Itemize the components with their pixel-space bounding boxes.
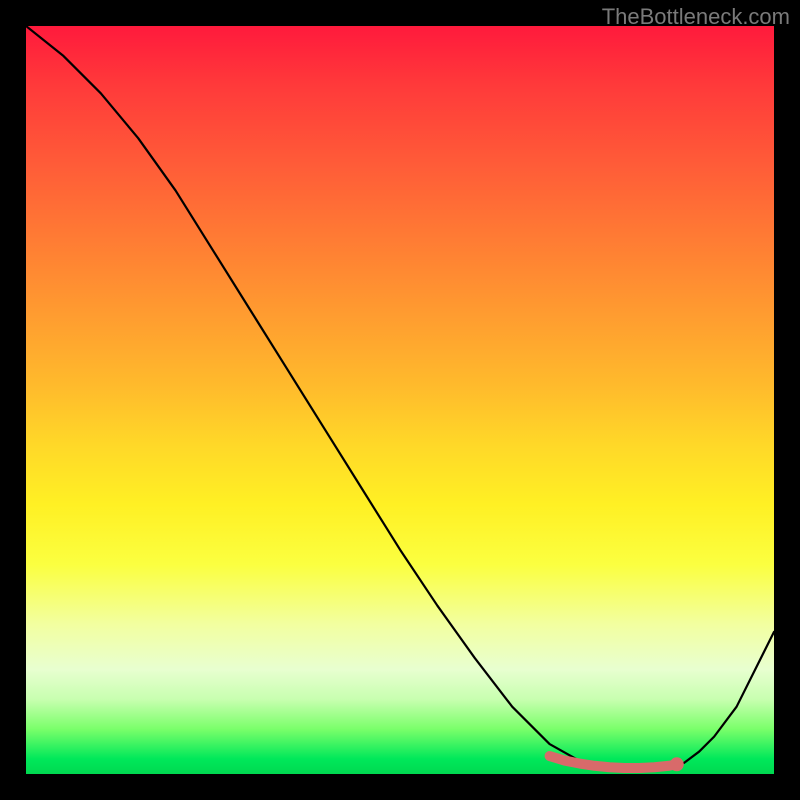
chart-svg (26, 26, 774, 774)
watermark-text: TheBottleneck.com (602, 4, 790, 30)
plot-container (26, 26, 774, 774)
optimal-range-line (550, 756, 677, 768)
optimal-marker (670, 757, 684, 771)
bottleneck-curve-path (26, 26, 774, 770)
plot-area (26, 26, 774, 774)
